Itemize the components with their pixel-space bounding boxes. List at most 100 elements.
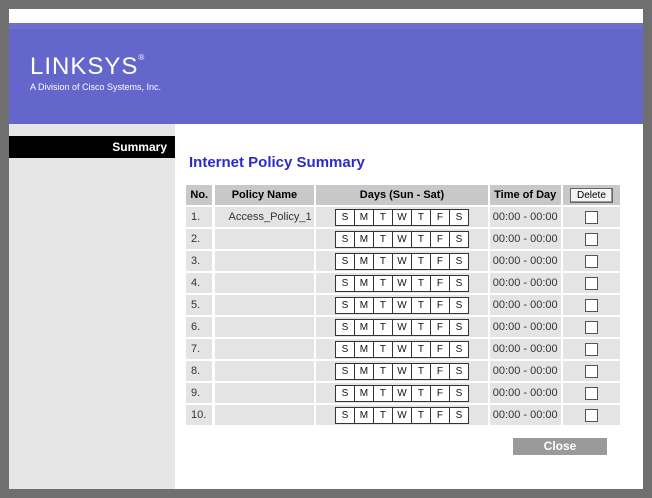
day-toggle[interactable]: T [373,407,393,423]
delete-checkbox[interactable] [584,232,598,246]
table-row: 5. S M T W T F S 00:00 - 00:00 [186,295,620,315]
day-toggle[interactable]: S [335,319,355,335]
day-toggle[interactable]: W [392,407,412,423]
policy-name[interactable] [214,273,315,293]
policy-name[interactable] [214,229,315,249]
day-toggle[interactable]: W [392,297,412,313]
day-toggle[interactable]: T [411,319,431,335]
delete-checkbox[interactable] [584,298,598,312]
delete-checkbox[interactable] [584,254,598,268]
day-toggle[interactable]: M [354,231,374,247]
day-toggle[interactable]: S [449,297,468,313]
day-toggle[interactable]: W [392,385,412,401]
day-toggle[interactable]: S [449,209,468,225]
policy-name[interactable] [214,405,315,425]
delete-checkbox[interactable] [584,364,598,378]
day-toggle[interactable]: T [411,407,431,423]
day-toggle[interactable]: T [411,231,431,247]
day-toggle[interactable]: F [430,297,450,313]
day-toggle[interactable]: M [354,275,374,291]
day-toggle[interactable]: F [430,275,450,291]
day-toggle[interactable]: F [430,253,450,269]
day-toggle[interactable]: F [430,231,450,247]
day-toggle[interactable]: F [430,385,450,401]
policy-name[interactable] [214,295,315,315]
policy-name[interactable] [214,383,315,403]
policy-name[interactable] [214,317,315,337]
top-strip [9,9,643,23]
delete-checkbox[interactable] [584,342,598,356]
day-toggle[interactable]: S [335,275,355,291]
day-toggle[interactable]: S [449,363,468,379]
day-toggle[interactable]: S [335,407,355,423]
day-toggle[interactable]: T [373,341,393,357]
delete-checkbox[interactable] [584,408,598,422]
policy-name[interactable] [214,251,315,271]
day-toggle[interactable]: T [373,297,393,313]
day-toggle[interactable]: S [449,319,468,335]
day-toggle[interactable]: S [449,231,468,247]
day-toggle[interactable]: T [373,385,393,401]
day-toggle[interactable]: S [449,341,468,357]
days-selector: SMTWTFS [334,208,469,226]
table-row: 7. S M T W T F S 00:00 - 00:00 [186,339,620,359]
day-toggle[interactable]: S [449,275,468,291]
day-toggle[interactable]: S [335,209,355,225]
day-toggle[interactable]: T [411,209,431,225]
table-row: 4. S M T W T F S 00:00 - 00:00 [186,273,620,293]
day-toggle[interactable]: M [354,407,374,423]
day-toggle[interactable]: W [392,231,412,247]
day-toggle[interactable]: W [392,253,412,269]
sidebar-item-summary[interactable]: Summary [9,136,175,158]
day-toggle[interactable]: F [430,341,450,357]
day-toggle[interactable]: T [411,385,431,401]
day-toggle[interactable]: M [354,341,374,357]
delete-button[interactable]: Delete [569,187,613,203]
policy-name[interactable] [214,361,315,381]
day-toggle[interactable]: T [373,363,393,379]
day-toggle[interactable]: S [449,407,468,423]
day-toggle[interactable]: W [392,363,412,379]
day-toggle[interactable]: M [354,385,374,401]
day-toggle[interactable]: T [373,231,393,247]
day-toggle[interactable]: S [449,253,468,269]
day-toggle[interactable]: W [392,341,412,357]
delete-checkbox[interactable] [584,386,598,400]
day-toggle[interactable]: T [411,363,431,379]
day-toggle[interactable]: S [335,231,355,247]
day-toggle[interactable]: M [354,209,374,225]
day-toggle[interactable]: T [373,253,393,269]
day-toggle[interactable]: T [411,275,431,291]
day-toggle[interactable]: W [392,275,412,291]
day-toggle[interactable]: T [411,253,431,269]
day-toggle[interactable]: M [354,253,374,269]
day-toggle[interactable]: S [449,385,468,401]
day-toggle[interactable]: M [354,363,374,379]
day-toggle[interactable]: T [373,275,393,291]
policy-name[interactable]: Access_Policy_1 [214,207,315,227]
day-toggle[interactable]: T [373,209,393,225]
delete-checkbox[interactable] [584,276,598,290]
day-toggle[interactable]: S [335,341,355,357]
day-toggle[interactable]: T [411,297,431,313]
delete-checkbox[interactable] [584,210,598,224]
day-toggle[interactable]: F [430,363,450,379]
day-toggle[interactable]: T [373,319,393,335]
day-toggle[interactable]: F [430,209,450,225]
day-toggle[interactable]: S [335,297,355,313]
day-toggle[interactable]: F [430,407,450,423]
day-toggle[interactable]: S [335,385,355,401]
policy-table: No. Policy Name Days (Sun - Sat) Time of… [186,183,620,427]
day-toggle[interactable]: W [392,319,412,335]
day-toggle[interactable]: M [354,297,374,313]
day-toggle[interactable]: F [430,319,450,335]
day-toggle[interactable]: T [411,341,431,357]
day-toggle[interactable]: S [335,363,355,379]
day-toggle[interactable]: W [392,209,412,225]
policy-name[interactable] [214,339,315,359]
day-toggle[interactable]: S [335,253,355,269]
close-button[interactable]: Close [513,438,607,455]
table-row: 8. S M T W T F S 00:00 - 00:00 [186,361,620,381]
day-toggle[interactable]: M [354,319,374,335]
delete-checkbox[interactable] [584,320,598,334]
